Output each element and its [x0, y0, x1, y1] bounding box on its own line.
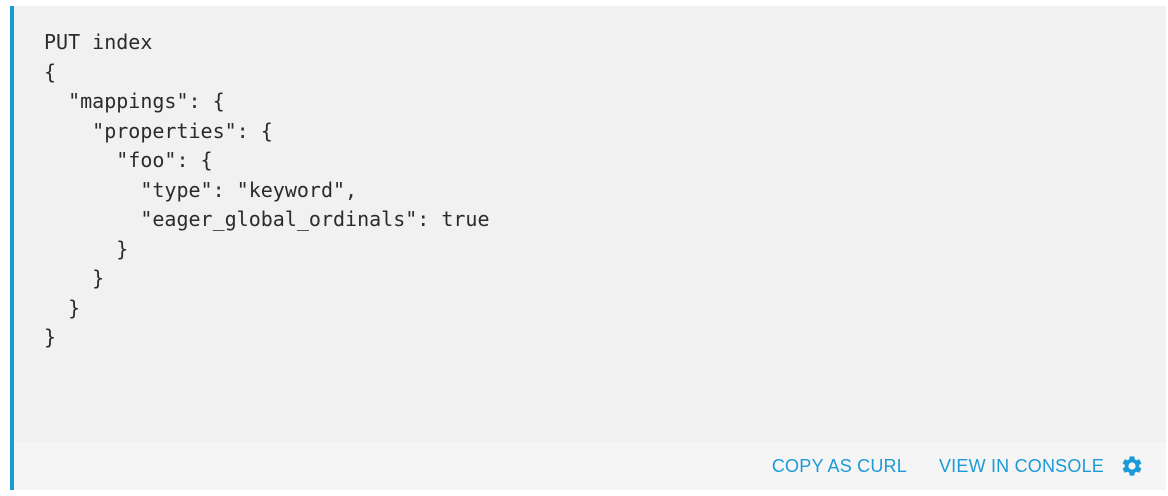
view-in-console-link[interactable]: VIEW IN CONSOLE [939, 456, 1104, 477]
code-block: PUT index { "mappings": { "properties": {… [14, 6, 1166, 442]
copy-as-curl-link[interactable]: COPY AS CURL [772, 456, 907, 477]
code-line: } [44, 325, 57, 349]
code-line: "properties": { [44, 118, 273, 143]
code-line: } [44, 295, 81, 320]
code-line: { [44, 59, 57, 84]
code-snippet: PUT index { "mappings": { "properties": {… [10, 6, 1166, 490]
code-line: PUT index [44, 30, 153, 54]
code-line: "mappings": { [44, 89, 225, 113]
snippet-toolbar: COPY AS CURL VIEW IN CONSOLE [14, 442, 1166, 490]
code-line: "type": "keyword", [44, 177, 358, 202]
gear-icon[interactable] [1120, 454, 1144, 478]
code-line: } [44, 266, 105, 290]
code-line: } [44, 236, 129, 261]
code-line: "foo": { [44, 148, 213, 172]
code-line: "eager_global_ordinals": true [44, 207, 490, 231]
